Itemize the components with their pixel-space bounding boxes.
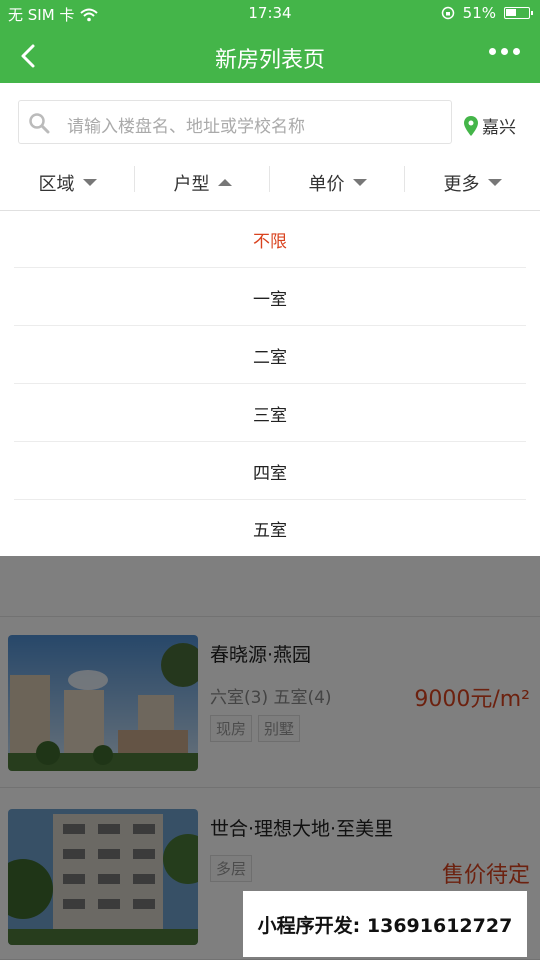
- page-title: 新房列表页: [214, 48, 325, 73]
- filter-more[interactable]: 更多: [405, 155, 540, 210]
- more-options-icon[interactable]: [489, 48, 520, 55]
- filter-bar: 区域 户型 单价 更多: [0, 155, 540, 211]
- caret-down-icon: [82, 179, 97, 186]
- dropdown-option[interactable]: 一室: [14, 269, 526, 326]
- dropdown-option[interactable]: 二室: [14, 327, 526, 384]
- filter-area-label: 区域: [38, 173, 75, 195]
- caret-down-icon: [352, 179, 367, 186]
- nav-bar: 新房列表页: [0, 28, 540, 83]
- caret-up-icon: [217, 179, 232, 186]
- filter-area[interactable]: 区域: [0, 155, 135, 210]
- status-bar: 无 SIM 卡 17:34 51%: [0, 0, 540, 28]
- status-right: 51%: [441, 4, 533, 22]
- city-selector[interactable]: 嘉兴: [464, 113, 516, 138]
- battery-icon: [504, 7, 533, 19]
- filter-layout[interactable]: 户型: [135, 155, 270, 210]
- filter-layout-label: 户型: [173, 173, 210, 195]
- search-input[interactable]: 请输入楼盘名、地址或学校名称: [18, 100, 452, 144]
- dropdown-option[interactable]: 五室: [14, 500, 526, 557]
- filter-price-label: 单价: [308, 173, 345, 195]
- battery-percent: 51%: [462, 4, 496, 22]
- dropdown-option[interactable]: 不限: [14, 211, 526, 268]
- layout-dropdown: 不限 一室 二室 三室 四室 五室: [0, 211, 540, 556]
- search-icon: [29, 113, 50, 134]
- filter-price[interactable]: 单价: [270, 155, 405, 210]
- location-pin-icon: [464, 115, 478, 136]
- caret-down-icon: [487, 179, 502, 186]
- dropdown-option[interactable]: 四室: [14, 443, 526, 500]
- orientation-lock-icon: [441, 6, 454, 20]
- filter-more-label: 更多: [443, 173, 480, 195]
- promo-banner: 小程序开发: 13691612727: [243, 891, 527, 957]
- search-row: 请输入楼盘名、地址或学校名称 嘉兴: [0, 83, 540, 155]
- city-label: 嘉兴: [482, 118, 516, 138]
- dropdown-option[interactable]: 三室: [14, 385, 526, 442]
- search-placeholder: 请输入楼盘名、地址或学校名称: [67, 117, 305, 137]
